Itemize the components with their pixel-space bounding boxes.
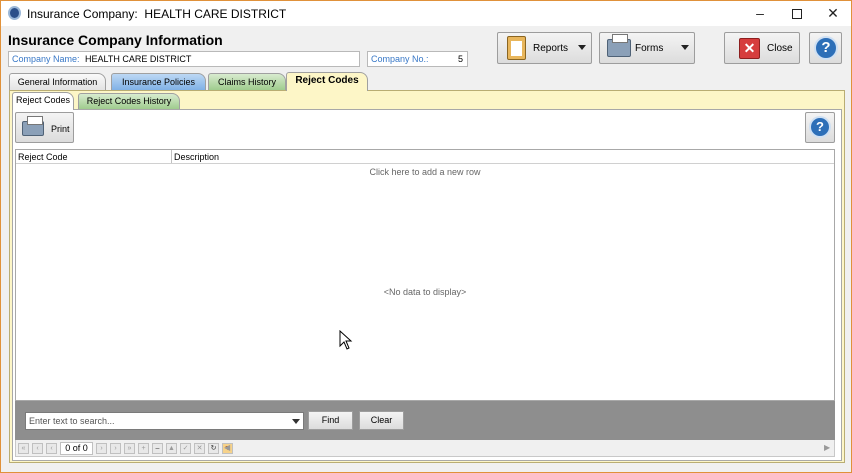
prev-page-icon[interactable]: ‹ bbox=[32, 443, 43, 454]
window-close-button[interactable]: ✕ bbox=[815, 1, 851, 26]
app-logo-icon bbox=[8, 6, 21, 20]
window-title-prefix: Insurance Company: bbox=[27, 7, 138, 21]
tab-insurance-policies[interactable]: Insurance Policies bbox=[111, 73, 206, 90]
company-name-label: Company Name: bbox=[12, 54, 80, 64]
maximize-icon bbox=[792, 9, 802, 20]
scroll-right-icon[interactable]: ▶ bbox=[824, 443, 830, 452]
reject-codes-grid[interactable]: Reject Code Description Click here to ad… bbox=[15, 149, 835, 401]
close-icon: ✕ bbox=[827, 5, 839, 21]
tab-general-information[interactable]: General Information bbox=[9, 73, 106, 90]
minimize-button[interactable]: – bbox=[742, 1, 778, 26]
next-record-icon[interactable]: › bbox=[96, 443, 107, 454]
title-bar: Insurance Company: HEALTH CARE DISTRICT … bbox=[1, 1, 851, 26]
printer-icon bbox=[22, 116, 44, 136]
window-title-company: HEALTH CARE DISTRICT bbox=[144, 7, 287, 21]
prev-record-icon[interactable]: ‹ bbox=[46, 443, 57, 454]
delete-record-icon[interactable]: – bbox=[152, 443, 163, 454]
last-page-icon[interactable]: » bbox=[124, 443, 135, 454]
company-no-label: Company No.: bbox=[371, 54, 429, 64]
help-icon: ? bbox=[809, 116, 831, 138]
help-button[interactable]: ? bbox=[809, 32, 842, 64]
insurance-company-window: Insurance Company: HEALTH CARE DISTRICT … bbox=[0, 0, 852, 473]
subtab-reject-codes[interactable]: Reject Codes bbox=[12, 92, 74, 110]
subpanel-help-button[interactable]: ? bbox=[805, 112, 835, 143]
clear-button[interactable]: Clear bbox=[359, 411, 404, 430]
company-no-value: 5 bbox=[457, 54, 463, 64]
search-input[interactable]: Enter text to search... bbox=[25, 412, 304, 430]
subtab-reject-codes-history[interactable]: Reject Codes History bbox=[78, 93, 180, 109]
reports-label: Reports bbox=[533, 43, 569, 54]
cancel-record-icon[interactable]: ✕ bbox=[194, 443, 205, 454]
page-title: Insurance Company Information bbox=[8, 32, 223, 48]
chevron-down-icon bbox=[578, 45, 586, 50]
chevron-down-icon bbox=[681, 45, 689, 50]
clipboard-icon bbox=[507, 36, 526, 60]
save-record-icon[interactable]: ✓ bbox=[180, 443, 191, 454]
find-button[interactable]: Find bbox=[308, 411, 353, 430]
company-no-field[interactable]: Company No.: 5 bbox=[367, 51, 468, 67]
mouse-cursor-icon bbox=[339, 330, 353, 350]
maximize-button[interactable] bbox=[779, 1, 815, 26]
forms-label: Forms bbox=[635, 43, 664, 54]
refresh-icon[interactable]: ↻ bbox=[208, 443, 219, 454]
first-page-icon[interactable]: « bbox=[18, 443, 29, 454]
column-divider[interactable] bbox=[171, 150, 172, 163]
print-button[interactable]: Print bbox=[15, 112, 74, 143]
forms-button[interactable]: Forms bbox=[599, 32, 695, 64]
add-record-icon[interactable]: + bbox=[138, 443, 149, 454]
close-button[interactable]: ✕ Close bbox=[724, 32, 800, 64]
close-x-icon: ✕ bbox=[739, 38, 760, 59]
minimize-icon: – bbox=[756, 5, 764, 21]
empty-grid-message: <No data to display> bbox=[383, 287, 467, 297]
tab-claims-history[interactable]: Claims History bbox=[208, 73, 286, 90]
help-icon: ? bbox=[814, 36, 838, 60]
close-label: Close bbox=[767, 43, 793, 54]
record-navigator: « ‹ ‹ 0 of 0 › › » + – ▲ ✓ ✕ ↻ ▼ ◀ ▶ bbox=[15, 440, 835, 457]
reports-button[interactable]: Reports bbox=[497, 32, 592, 64]
print-label: Print bbox=[51, 124, 70, 134]
column-header-description[interactable]: Description bbox=[174, 152, 219, 162]
printer-icon bbox=[607, 34, 631, 57]
scroll-left-icon[interactable]: ◀ bbox=[224, 443, 230, 452]
tab-reject-codes[interactable]: Reject Codes bbox=[286, 72, 368, 91]
window-title: Insurance Company: HEALTH CARE DISTRICT bbox=[27, 7, 286, 21]
add-new-row[interactable]: Click here to add a new row bbox=[16, 167, 834, 177]
edit-record-icon[interactable]: ▲ bbox=[166, 443, 177, 454]
search-bar: Enter text to search... Find Clear bbox=[15, 401, 835, 440]
record-count: 0 of 0 bbox=[60, 442, 93, 455]
column-header-reject-code[interactable]: Reject Code bbox=[18, 152, 68, 162]
company-name-value: HEALTH CARE DISTRICT bbox=[85, 54, 192, 64]
search-placeholder: Enter text to search... bbox=[29, 416, 115, 426]
grid-header: Reject Code Description bbox=[16, 150, 834, 164]
company-name-field[interactable]: Company Name: HEALTH CARE DISTRICT bbox=[8, 51, 360, 67]
next-page-icon[interactable]: › bbox=[110, 443, 121, 454]
chevron-down-icon[interactable] bbox=[292, 419, 300, 424]
